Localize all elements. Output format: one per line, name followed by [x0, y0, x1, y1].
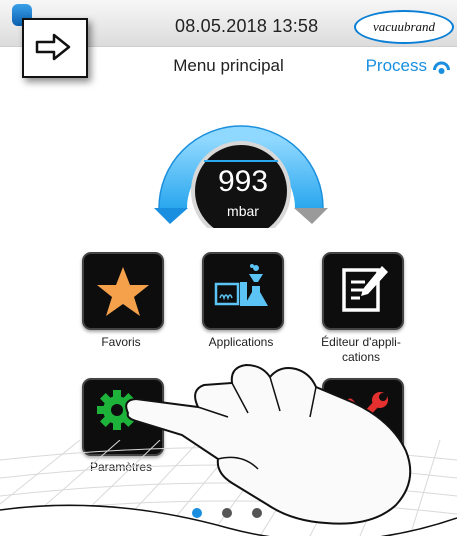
touch-display: 08.05.2018 13:58 vacuubrand Menu princip…: [0, 0, 457, 536]
pressure-value: 993: [217, 165, 269, 198]
arrow-right-icon: [35, 33, 71, 61]
touch-hand-illustration: [125, 363, 412, 525]
date-time: 08.05.2018 13:58: [175, 16, 319, 36]
pressure-unit: mbar: [227, 203, 259, 219]
brand-logo: vacuubrand: [354, 10, 454, 44]
applications-icon: [214, 264, 268, 306]
favorites-button[interactable]: [82, 252, 164, 330]
star-icon: [97, 267, 149, 316]
applications-button[interactable]: [202, 252, 284, 330]
process-link[interactable]: Process: [366, 56, 427, 76]
editor-icon: [342, 266, 388, 312]
applications-label: Applications: [208, 335, 274, 349]
process-icon[interactable]: [433, 60, 450, 77]
favorites-label: Favoris: [101, 335, 141, 349]
application-editor-label: Éditeur d'appli-: [321, 335, 401, 349]
next-arrow-button[interactable]: [22, 18, 88, 78]
application-editor-button[interactable]: [322, 252, 404, 330]
